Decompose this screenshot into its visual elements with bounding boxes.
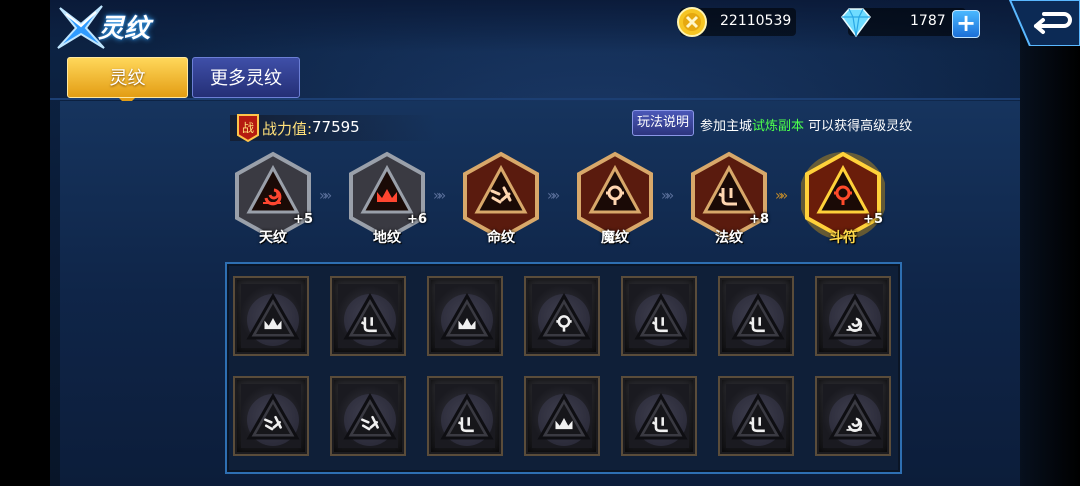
hint-suffix: 可以获得高级灵纹: [804, 119, 913, 134]
rune-inventory-cell[interactable]: [524, 276, 600, 356]
slot-level: +5: [293, 212, 313, 227]
slot-arrow-icon: »»: [319, 188, 332, 204]
coin-value: 22110539: [720, 13, 792, 29]
coin-icon: [677, 7, 707, 37]
rune-inventory-cell[interactable]: [815, 276, 891, 356]
slot-name: 地纹: [373, 230, 401, 246]
slot-level: +6: [407, 212, 427, 227]
slot-name: 天纹: [259, 230, 287, 246]
tab-divider: [50, 98, 1020, 100]
rune-hook-icon: [440, 392, 494, 446]
rune-crown-icon: [537, 392, 591, 446]
rune-slot-2[interactable]: +6 地纹: [345, 150, 429, 250]
combat-badge-icon: 战: [237, 114, 259, 143]
rules-button[interactable]: 玩法说明: [632, 110, 694, 136]
rune-inventory-cell[interactable]: [621, 376, 697, 456]
combat-power-label: 战力值:: [262, 120, 313, 138]
rune-inventory-cell[interactable]: [427, 376, 503, 456]
slot-arrow-icon: »»: [661, 188, 674, 204]
svg-text:战: 战: [242, 121, 254, 135]
add-gems-button[interactable]: +: [952, 10, 980, 38]
rune-inventory-cell[interactable]: [524, 376, 600, 456]
rune-hook-icon: [343, 292, 397, 346]
rune-tally-icon: [246, 392, 300, 446]
rune-inventory-cell[interactable]: [330, 376, 406, 456]
rune-hook-icon: [634, 392, 688, 446]
gem-value: 1787: [910, 13, 946, 29]
rune-slot-3[interactable]: 命纹: [459, 150, 543, 250]
back-button[interactable]: [1000, 0, 1080, 46]
rune-crown-icon: [246, 292, 300, 346]
rune-slot-4[interactable]: 魔纹: [573, 150, 657, 250]
slot-arrow-icon: »»: [433, 188, 446, 204]
slot-arrow-icon: »»: [775, 188, 788, 204]
page-title: 灵纹: [98, 14, 151, 44]
rune-inventory-cell[interactable]: [718, 276, 794, 356]
rune-hook-icon: [731, 392, 785, 446]
rune-hook-icon: [731, 292, 785, 346]
rune-swirl-icon: [828, 292, 882, 346]
rune-inventory-cell[interactable]: [330, 276, 406, 356]
diamond-icon: [841, 8, 871, 38]
slot-level: +8: [749, 212, 769, 227]
rune-inventory-cell[interactable]: [233, 276, 309, 356]
rune-slot-5[interactable]: +8 法纹: [687, 150, 771, 250]
slot-name: 命纹: [487, 230, 515, 246]
rune-inventory-cell[interactable]: [815, 376, 891, 456]
rune-slot-6[interactable]: +5 斗符: [801, 150, 885, 250]
combat-power-value: 77595: [312, 118, 360, 136]
letterbox-right: [1020, 0, 1080, 486]
slot-name: 法纹: [715, 230, 743, 246]
rune-slot-1[interactable]: +5 天纹: [231, 150, 315, 250]
rune-inventory-cell[interactable]: [233, 376, 309, 456]
rune-inventory-cell[interactable]: [621, 276, 697, 356]
rune-hook-icon: [634, 292, 688, 346]
rune-inventory-cell[interactable]: [718, 376, 794, 456]
rune-inventory-cell[interactable]: [427, 276, 503, 356]
tab-more-lingwen[interactable]: 更多灵纹: [192, 57, 300, 98]
slot-arrow-icon: »»: [547, 188, 560, 204]
rune-swirl-icon: [828, 392, 882, 446]
hint-text: 参加主城试炼副本 可以获得高级灵纹: [700, 115, 912, 134]
slot-level: +5: [863, 212, 883, 227]
trial-dungeon-link: 试炼副本: [752, 119, 805, 134]
hint-prefix: 参加主城: [700, 119, 753, 134]
rune-crown-icon: [440, 292, 494, 346]
slot-name: 魔纹: [601, 230, 629, 246]
slot-name: 斗符: [829, 230, 857, 246]
plus-icon: +: [955, 9, 977, 37]
rune-tally-icon: [343, 392, 397, 446]
tab-lingwen[interactable]: 灵纹: [67, 57, 188, 98]
letterbox-left: [0, 0, 50, 486]
rune-orb-icon: [537, 292, 591, 346]
